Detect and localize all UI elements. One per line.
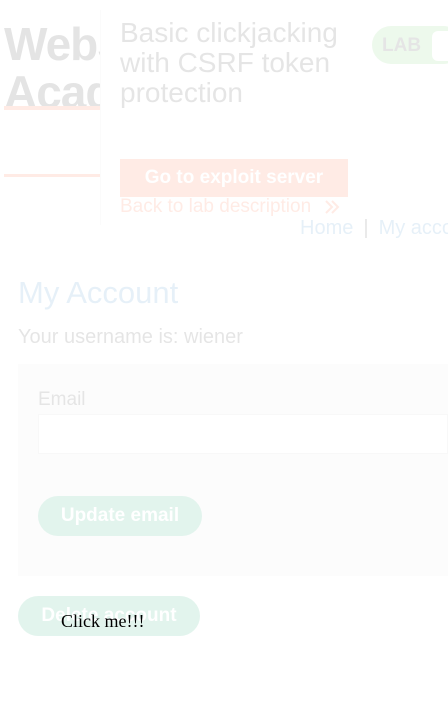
- email-label: Email: [38, 389, 86, 410]
- update-email-button[interactable]: Update email: [38, 496, 202, 536]
- username-text: Your username is: wiener: [18, 326, 243, 348]
- chevron-double-right-icon: [325, 200, 340, 214]
- lab-badge-label: LAB: [382, 35, 422, 56]
- logo-underline: [4, 106, 104, 110]
- lab-badge-divider: [432, 31, 448, 61]
- decoy-click-me-text: Click me!!!: [61, 611, 145, 631]
- back-to-lab-description-link[interactable]: Back to lab description: [120, 196, 340, 218]
- go-to-exploit-server-button[interactable]: Go to exploit server: [120, 159, 348, 197]
- lab-title: Basic clickjacking with CSRF token prote…: [120, 17, 338, 108]
- nav-separator: |: [363, 217, 369, 239]
- email-input[interactable]: [38, 414, 448, 454]
- victim-iframe[interactable]: WebS Acade Basic clickjacking with CSRF …: [0, 0, 448, 706]
- back-link-label: Back to lab description: [120, 196, 312, 217]
- nav-home-link[interactable]: Home: [300, 217, 353, 239]
- exploit-page: WebS Acade Basic clickjacking with CSRF …: [0, 0, 448, 706]
- nav-my-account-link[interactable]: My account: [379, 217, 448, 239]
- page-title: My Account: [18, 275, 179, 310]
- account-nav: Home | My account: [300, 217, 448, 240]
